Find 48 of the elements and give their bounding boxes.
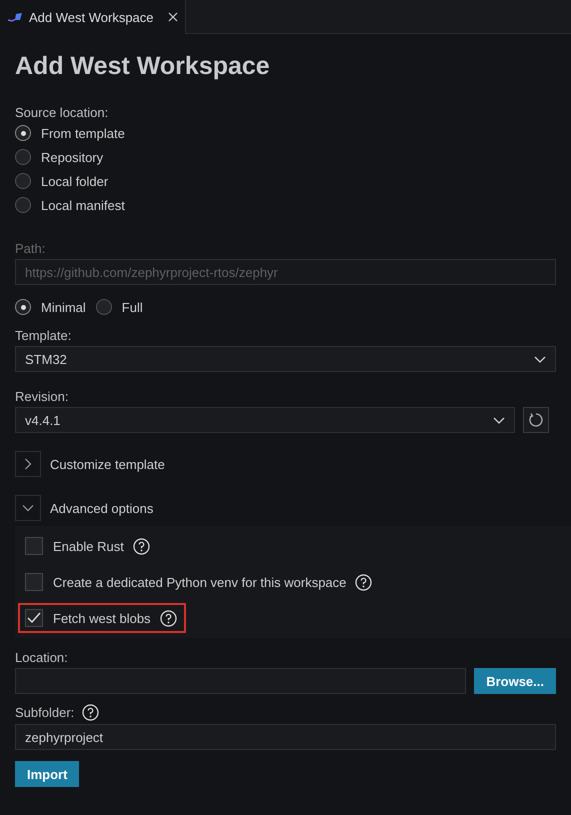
field-label: Subfolder:: [15, 705, 74, 720]
checkbox[interactable]: [25, 573, 43, 591]
radio-button[interactable]: [15, 125, 31, 141]
tab-title: Add West Workspace: [29, 10, 154, 24]
page-title: Add West Workspace: [15, 52, 271, 82]
location-field[interactable]: [15, 668, 466, 694]
radio-label: Repository: [41, 150, 104, 164]
help-icon[interactable]: [82, 704, 100, 721]
help-icon[interactable]: [355, 574, 372, 590]
help-icon[interactable]: [160, 610, 177, 626]
radio-label: Local manifest: [41, 198, 125, 212]
radio-button[interactable]: [15, 173, 31, 189]
section-title: Advanced options: [50, 500, 154, 516]
template-dropdown[interactable]: STM32: [15, 346, 556, 372]
chevron-down-icon: [22, 504, 34, 512]
logo-icon: [7, 12, 23, 22]
radio-label: Full: [122, 300, 143, 314]
field-label: Path:: [15, 241, 46, 256]
refresh-icon: [528, 412, 544, 428]
chevron-right-icon: [24, 458, 32, 470]
chevron-down-icon: [493, 416, 505, 424]
field-label: Location:: [15, 650, 69, 665]
radio-label: Minimal: [41, 300, 86, 314]
checkbox[interactable]: [25, 537, 43, 555]
radio-button[interactable]: [15, 149, 31, 165]
field-label: Template:: [15, 328, 72, 343]
radio-label: From template: [41, 126, 125, 140]
radio-button[interactable]: [15, 299, 31, 315]
revision-dropdown[interactable]: v4.4.1: [15, 407, 515, 433]
checkbox-label: Enable Rust: [53, 538, 124, 554]
checkbox[interactable]: [25, 609, 43, 627]
expand-toggle[interactable]: [15, 451, 41, 477]
chevron-down-icon: [534, 356, 546, 362]
field-label: Revision:: [15, 389, 70, 404]
checkbox-label: Create a dedicated Python venv for this workspace: [53, 574, 346, 590]
browse-button[interactable]: Browse...: [474, 668, 556, 694]
close-icon[interactable]: [168, 12, 178, 22]
radio-button[interactable]: [96, 299, 112, 315]
expand-toggle[interactable]: [15, 495, 41, 521]
refresh-button[interactable]: [523, 407, 549, 433]
subfolder-field[interactable]: zephyrproject: [15, 724, 556, 750]
field-label: Source location:: [15, 105, 110, 120]
radio-button[interactable]: [15, 197, 31, 213]
help-icon[interactable]: [132, 538, 150, 554]
checkbox-label: Fetch west blobs: [53, 610, 151, 626]
section-title: Customize template: [50, 456, 165, 472]
radio-label: Local folder: [41, 174, 108, 188]
import-button[interactable]: Import: [15, 761, 80, 787]
